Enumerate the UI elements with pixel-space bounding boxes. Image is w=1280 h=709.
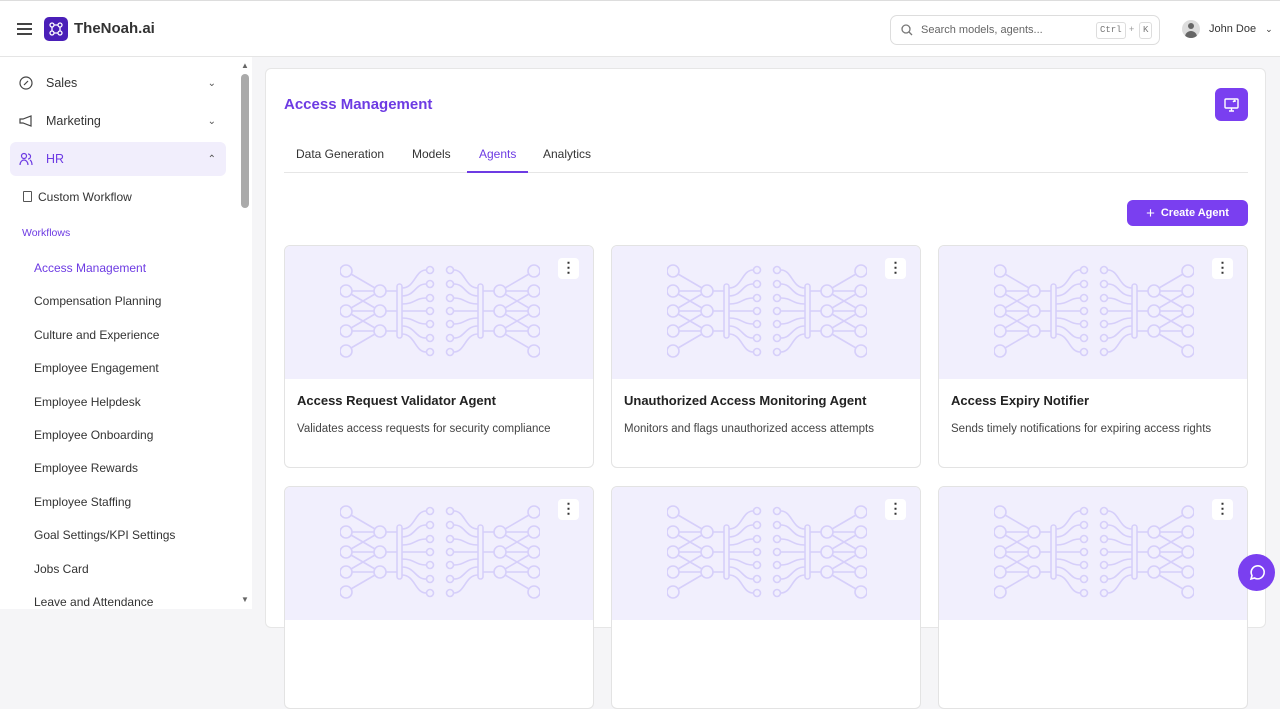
sidebar-workflow-item[interactable]: Employee Rewards	[34, 461, 138, 475]
agent-card[interactable]: ⋮ Access Expiry Notifier Sends timely noti…	[938, 245, 1248, 468]
search-icon	[901, 24, 913, 36]
users-icon	[19, 152, 33, 166]
sidebar-workflow-item[interactable]: Goal Settings/KPI Settings	[34, 528, 175, 542]
card-illustration	[285, 246, 593, 379]
tab-agents[interactable]: Agents	[467, 147, 528, 173]
scroll-down-arrow[interactable]: ▼	[241, 595, 249, 604]
sidebar-workflow-item[interactable]: Employee Staffing	[34, 495, 131, 509]
workflows-heading: Workflows	[22, 227, 70, 239]
neural-network-icon	[340, 505, 540, 603]
sidebar-workflow-item[interactable]: Jobs Card	[34, 562, 89, 576]
neural-network-icon	[667, 505, 867, 603]
tab-bar: Data Generation Models Agents Analytics	[284, 140, 1248, 173]
card-title: Access Expiry Notifier	[951, 393, 1089, 408]
card-illustration	[612, 487, 920, 620]
sidebar-item-marketing[interactable]: Marketing ⌄	[10, 104, 226, 138]
sidebar-workflow-item[interactable]: Compensation Planning	[34, 294, 161, 308]
custom-workflow-label: Custom Workflow	[38, 190, 132, 204]
neural-network-icon	[994, 505, 1194, 603]
more-options-icon[interactable]: ⋮	[1212, 499, 1233, 520]
plus-icon: +	[1146, 205, 1155, 222]
menu-icon[interactable]	[17, 23, 32, 35]
kbd-ctrl: Ctrl	[1096, 22, 1126, 39]
sidebar-item-sales[interactable]: Sales ⌄	[10, 66, 226, 100]
tab-models[interactable]: Models	[400, 147, 463, 173]
sidebar-workflow-item[interactable]: Leave and Attendance	[34, 595, 153, 609]
more-options-icon[interactable]: ⋮	[558, 258, 579, 279]
sidebar-item-hr[interactable]: HR ⌃	[10, 142, 226, 176]
top-bar: TheNoah.ai Search models, agents... Ctrl…	[0, 0, 1280, 57]
agent-card[interactable]: ⋮	[284, 486, 594, 709]
search-placeholder: Search models, agents...	[921, 24, 1043, 36]
card-title: Unauthorized Access Monitoring Agent	[624, 393, 866, 408]
avatar	[1182, 20, 1200, 38]
sidebar-label: Marketing	[46, 114, 101, 128]
neural-network-icon	[667, 264, 867, 362]
sidebar-workflow-item[interactable]: Employee Onboarding	[34, 428, 153, 442]
chevron-down-icon: ⌄	[208, 116, 216, 127]
card-description: Validates access requests for security c…	[297, 420, 582, 438]
chevron-down-icon: ⌄	[208, 78, 216, 89]
main-panel: Access Management Data Generation Models…	[265, 68, 1266, 628]
more-options-icon[interactable]: ⋮	[1212, 258, 1233, 279]
card-illustration	[612, 246, 920, 379]
neural-network-icon	[340, 264, 540, 362]
sidebar-workflow-item[interactable]: Access Management	[34, 261, 146, 275]
brand-name: TheNoah.ai	[74, 20, 155, 37]
search-input[interactable]: Search models, agents... Ctrl + K	[890, 15, 1160, 45]
chevron-up-icon: ⌃	[208, 154, 216, 165]
card-description: Sends timely notifications for expiring …	[951, 420, 1236, 438]
card-illustration	[939, 246, 1247, 379]
sidebar-label: Sales	[46, 76, 77, 90]
create-agent-label: Create Agent	[1161, 207, 1229, 219]
more-options-icon[interactable]: ⋮	[885, 499, 906, 520]
chevron-down-icon: ⌄	[1265, 24, 1273, 35]
chat-button[interactable]	[1238, 554, 1275, 591]
gauge-icon	[19, 76, 33, 90]
scrollbar-thumb[interactable]	[241, 74, 249, 208]
kbd-k: K	[1139, 22, 1152, 39]
kbd-plus: +	[1129, 24, 1134, 34]
more-options-icon[interactable]: ⋮	[558, 499, 579, 520]
chat-icon	[1248, 564, 1266, 582]
card-description: Monitors and flags unauthorized access a…	[624, 420, 909, 438]
user-menu[interactable]: John Doe ⌄	[1182, 20, 1273, 38]
agent-card[interactable]: ⋮	[938, 486, 1248, 709]
create-agent-button[interactable]: + Create Agent	[1127, 200, 1248, 226]
sidebar-workflow-item[interactable]: Employee Helpdesk	[34, 395, 141, 409]
monitor-icon	[1224, 98, 1239, 112]
sidebar-label: HR	[46, 152, 64, 166]
more-options-icon[interactable]: ⋮	[885, 258, 906, 279]
megaphone-icon	[19, 114, 33, 128]
page-title: Access Management	[284, 96, 432, 113]
agent-card[interactable]: ⋮ Access Request Validator Agent Validates…	[284, 245, 594, 468]
sidebar-workflow-item[interactable]: Culture and Experience	[34, 328, 159, 342]
card-illustration	[285, 487, 593, 620]
monitor-button[interactable]	[1215, 88, 1248, 121]
card-title: Access Request Validator Agent	[297, 393, 496, 408]
card-illustration	[939, 487, 1247, 620]
scroll-up-arrow[interactable]: ▲	[241, 61, 249, 70]
logo-icon	[44, 17, 68, 41]
tab-analytics[interactable]: Analytics	[531, 147, 603, 173]
file-icon	[23, 191, 32, 202]
user-name: John Doe	[1209, 23, 1256, 35]
neural-network-icon	[994, 264, 1194, 362]
agent-card[interactable]: ⋮ Unauthorized Access Monitoring Agent Mon…	[611, 245, 921, 468]
sidebar: Sales ⌄ Marketing ⌄ HR ⌃ Custom Workflow…	[0, 57, 252, 609]
sidebar-workflow-item[interactable]: Employee Engagement	[34, 361, 159, 375]
tab-data-generation[interactable]: Data Generation	[284, 147, 396, 173]
custom-workflow-link[interactable]: Custom Workflow	[23, 190, 132, 204]
agent-card[interactable]: ⋮	[611, 486, 921, 709]
